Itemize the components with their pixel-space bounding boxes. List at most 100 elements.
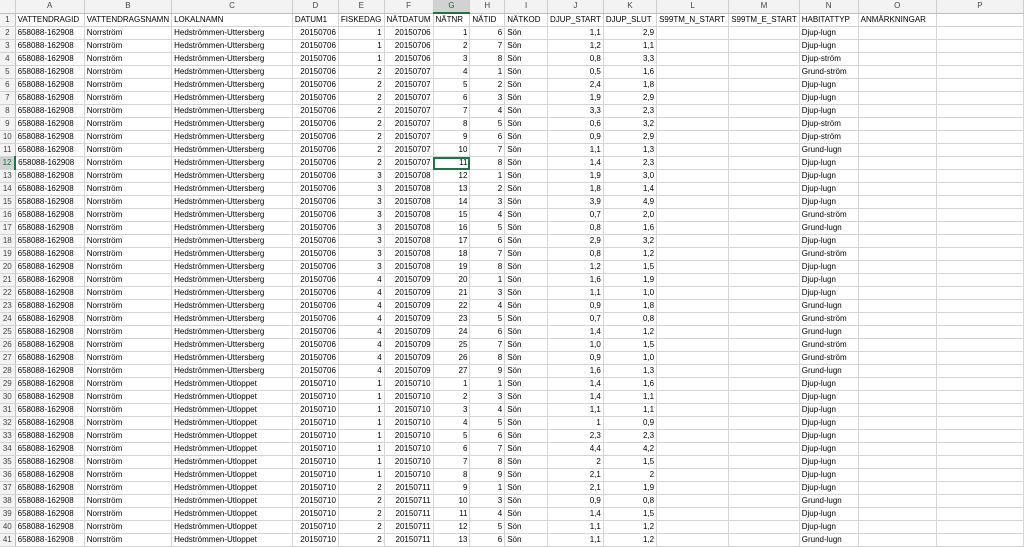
- row-header[interactable]: 10: [0, 130, 16, 144]
- cell[interactable]: 20150711: [384, 494, 434, 508]
- cell[interactable]: [656, 156, 730, 170]
- cell[interactable]: Norrström: [84, 325, 173, 339]
- cell[interactable]: 1,5: [603, 338, 658, 352]
- cell[interactable]: Hedströmmen-Uttersberg: [171, 26, 293, 40]
- cell[interactable]: VATTENDRAGID: [15, 13, 85, 27]
- cell[interactable]: VATTENDRAGSNAMN: [84, 13, 173, 27]
- cell[interactable]: 658088-162908: [15, 52, 85, 66]
- cell[interactable]: 0,8: [603, 494, 658, 508]
- cell[interactable]: [728, 299, 800, 313]
- row-header[interactable]: 34: [0, 442, 16, 456]
- cell[interactable]: 5: [433, 78, 471, 92]
- row-header[interactable]: 40: [0, 520, 16, 534]
- cell[interactable]: Norrström: [84, 468, 173, 482]
- cell[interactable]: [936, 390, 1024, 404]
- row-header[interactable]: 15: [0, 195, 16, 209]
- cell[interactable]: Hedströmmen-Uttersberg: [171, 156, 293, 170]
- cell[interactable]: 658088-162908: [15, 299, 85, 313]
- cell[interactable]: Djup-ström: [799, 117, 859, 131]
- cell[interactable]: 1: [338, 429, 385, 443]
- cell[interactable]: 4: [338, 338, 385, 352]
- cell[interactable]: [936, 338, 1024, 352]
- cell[interactable]: 2: [338, 104, 385, 118]
- cell[interactable]: 658088-162908: [15, 182, 85, 196]
- cell[interactable]: 20150709: [384, 299, 434, 313]
- cell[interactable]: 658088-162908: [15, 208, 85, 222]
- cell[interactable]: 1: [338, 468, 385, 482]
- cell[interactable]: [656, 364, 730, 378]
- cell[interactable]: Norrström: [84, 377, 173, 391]
- cell[interactable]: [728, 468, 800, 482]
- cell[interactable]: 12: [433, 520, 471, 534]
- cell[interactable]: 24: [433, 325, 471, 339]
- cell[interactable]: 20150706: [292, 312, 339, 326]
- cell[interactable]: [728, 520, 800, 534]
- cell[interactable]: [728, 351, 800, 365]
- cell[interactable]: 658088-162908: [15, 338, 85, 352]
- cell[interactable]: 4: [338, 351, 385, 365]
- cell[interactable]: [656, 208, 730, 222]
- cell[interactable]: Djup-lugn: [799, 520, 859, 534]
- cell[interactable]: S99TM_E_START: [728, 13, 800, 27]
- cell[interactable]: Norrström: [84, 390, 173, 404]
- cell[interactable]: Hedströmmen-Uttersberg: [171, 208, 293, 222]
- cell[interactable]: [656, 325, 730, 339]
- cell[interactable]: Sön: [504, 117, 549, 131]
- cell[interactable]: 1,4: [547, 390, 604, 404]
- cell[interactable]: Sön: [504, 143, 549, 157]
- cell[interactable]: 20150710: [384, 429, 434, 443]
- cell[interactable]: Djup-lugn: [799, 429, 859, 443]
- cell[interactable]: 20150710: [292, 507, 339, 521]
- cell[interactable]: [656, 195, 730, 209]
- cell[interactable]: 20150706: [292, 117, 339, 131]
- cell[interactable]: 6: [433, 442, 471, 456]
- cell[interactable]: 20150706: [292, 325, 339, 339]
- cell[interactable]: 658088-162908: [15, 221, 85, 235]
- cell[interactable]: [728, 403, 800, 417]
- cell[interactable]: [656, 312, 730, 326]
- row-header[interactable]: 18: [0, 234, 16, 248]
- cell[interactable]: 20150708: [384, 169, 434, 183]
- row-header[interactable]: 28: [0, 364, 16, 378]
- column-header[interactable]: N: [799, 0, 859, 14]
- cell[interactable]: [728, 117, 800, 131]
- cell[interactable]: 15: [433, 208, 471, 222]
- cell[interactable]: 4: [338, 325, 385, 339]
- cell[interactable]: 658088-162908: [15, 429, 85, 443]
- cell[interactable]: 20150707: [384, 143, 434, 157]
- cell[interactable]: Norrström: [84, 91, 173, 105]
- cell[interactable]: 20150706: [292, 65, 339, 79]
- cell[interactable]: [656, 416, 730, 430]
- cell[interactable]: [936, 325, 1024, 339]
- cell[interactable]: 1: [338, 377, 385, 391]
- cell[interactable]: Hedströmmen-Uttersberg: [171, 117, 293, 131]
- cell[interactable]: 1: [469, 377, 506, 391]
- cell[interactable]: 0,9: [547, 351, 604, 365]
- cell[interactable]: Grund-lugn: [799, 221, 859, 235]
- cell[interactable]: 1: [338, 52, 385, 66]
- cell[interactable]: 20150706: [292, 364, 339, 378]
- cell[interactable]: 7: [469, 143, 506, 157]
- cell[interactable]: 0,7: [547, 312, 604, 326]
- cell[interactable]: Hedströmmen-Uttersberg: [171, 312, 293, 326]
- cell[interactable]: [858, 520, 937, 534]
- cell[interactable]: Sön: [504, 338, 549, 352]
- cell[interactable]: [858, 390, 937, 404]
- cell[interactable]: [728, 78, 800, 92]
- cell[interactable]: 13: [433, 182, 471, 196]
- cell[interactable]: Norrström: [84, 65, 173, 79]
- cell[interactable]: Norrström: [84, 39, 173, 53]
- cell[interactable]: Hedströmmen-Utloppet: [171, 468, 293, 482]
- cell[interactable]: 1,0: [603, 351, 658, 365]
- cell[interactable]: Hedströmmen-Uttersberg: [171, 325, 293, 339]
- cell[interactable]: 1,9: [547, 91, 604, 105]
- cell[interactable]: Djup-lugn: [799, 39, 859, 53]
- cell[interactable]: 1: [338, 442, 385, 456]
- cell[interactable]: 1,2: [603, 520, 658, 534]
- row-header[interactable]: 2: [0, 26, 16, 40]
- cell[interactable]: Djup-lugn: [799, 273, 859, 287]
- row-header[interactable]: 22: [0, 286, 16, 300]
- cell[interactable]: [858, 221, 937, 235]
- cell[interactable]: 1: [338, 455, 385, 469]
- cell[interactable]: 20150709: [384, 286, 434, 300]
